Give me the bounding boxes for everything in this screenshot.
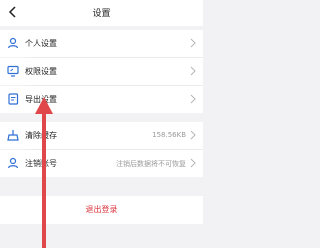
menu-item-permission-settings[interactable]: 权限设置	[0, 58, 203, 85]
user-icon	[7, 37, 19, 49]
document-icon	[8, 93, 19, 105]
menu-item-label: 个人设置	[25, 39, 57, 48]
menu-item-clear-cache[interactable]: 清除缓存 158.56KB	[0, 122, 203, 149]
user-icon	[7, 157, 19, 169]
menu-item-label: 权限设置	[25, 67, 57, 76]
chevron-right-icon	[190, 94, 196, 104]
menu-item-label: 清除缓存	[25, 131, 57, 140]
logout-button[interactable]: 退出登录	[0, 196, 203, 224]
deactivate-warning: 注销后数据将不可恢复	[116, 160, 186, 168]
chevron-right-icon	[190, 130, 196, 140]
chevron-right-icon	[190, 66, 196, 76]
menu-item-label: 导出设置	[25, 95, 57, 104]
page-title: 设置	[92, 9, 111, 19]
chevron-right-icon	[190, 158, 196, 168]
menu-item-label: 注销账号	[25, 159, 57, 168]
menu-item-export-settings[interactable]: 导出设置	[0, 86, 203, 113]
nav-bar: 设置	[0, 0, 203, 26]
chevron-right-icon	[190, 38, 196, 48]
menu-item-personal-settings[interactable]: 个人设置	[0, 30, 203, 57]
monitor-icon	[7, 65, 19, 77]
menu-item-deactivate-account[interactable]: 注销账号 注销后数据将不可恢复	[0, 150, 203, 177]
cache-size: 158.56KB	[152, 131, 186, 139]
broom-icon	[7, 130, 19, 141]
logout-label: 退出登录	[85, 205, 118, 214]
